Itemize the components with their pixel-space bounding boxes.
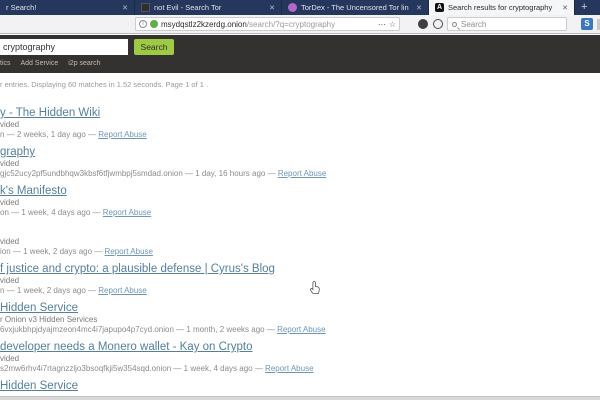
url-path: /search/?q=cryptography <box>247 20 335 29</box>
search-result: Hidden Service <box>0 379 600 393</box>
result-url-text: n — 2 weeks, 1 day ago — <box>0 130 98 139</box>
result-title-link[interactable]: Hidden Service <box>0 379 600 393</box>
url-bar[interactable]: i msydqstlz2kzerdg.onion/search/?q=crypt… <box>135 17 400 31</box>
result-description: vided <box>0 159 600 169</box>
result-url-line: s2mw6rhv4i7rtagnzzljo3bsoqfkji5w354sqd.o… <box>0 364 600 374</box>
search-placeholder: Search <box>461 20 486 29</box>
result-url-line: gjc52ucy2pf5undbhqw3kbsf6tfjwmbpj5smdad.… <box>0 169 600 179</box>
url-domain: msydqstlz2kzerdg.onion <box>161 20 247 29</box>
result-url-text: s2mw6rhv4i7rtagnzzljo3bsoqfkji5w354sqd.o… <box>0 364 265 373</box>
tab-favicon: A <box>435 3 444 12</box>
result-url-text: 6vxjukbhpjdyajmzeon4mc4i7japupo4p7cyd.on… <box>0 325 277 334</box>
browser-search-field[interactable]: Search <box>447 17 567 31</box>
page-actions-icon[interactable]: ⋯ <box>378 20 386 29</box>
search-result: y - The Hidden Wiki vided n — 2 weeks, 1… <box>0 106 600 140</box>
noscript-options-icon[interactable] <box>433 19 443 29</box>
browser-tab[interactable]: not Evil - Search Tor ✕ <box>135 0 282 15</box>
site-info-icon[interactable]: i <box>139 20 147 28</box>
result-title-link[interactable]: y - The Hidden Wiki <box>0 106 600 120</box>
search-result: graphy vided gjc52ucy2pf5undbhqw3kbsf6tf… <box>0 145 600 179</box>
tab-close-icon[interactable]: ✕ <box>269 4 275 12</box>
result-title-link[interactable]: developer needs a Monero wallet - Kay on… <box>0 340 600 354</box>
result-url-text: gjc52ucy2pf5undbhqw3kbsf6tfjwmbpj5smdad.… <box>0 169 278 178</box>
navigation-toolbar: i msydqstlz2kzerdg.onion/search/?q=crypt… <box>0 15 600 34</box>
torbutton-icon[interactable] <box>418 19 428 29</box>
tab-title: Search results for cryptography <box>448 3 556 12</box>
report-abuse-link[interactable]: Report Abuse <box>98 286 146 295</box>
result-description: r Onion v3 Hidden Services <box>0 315 600 325</box>
bottom-band <box>0 396 600 400</box>
tab-close-icon[interactable]: ✕ <box>562 4 568 12</box>
report-abuse-link[interactable]: Report Abuse <box>278 169 326 178</box>
result-description: vided <box>0 237 600 247</box>
result-title-link[interactable] <box>0 223 600 237</box>
header-nav-link[interactable]: tics <box>0 60 11 67</box>
header-nav-link[interactable]: i2p search <box>68 60 100 67</box>
result-url-text: ion — 1 week, 2 days ago — <box>0 247 105 256</box>
result-description: vided <box>0 120 600 130</box>
search-results: r entries. Displaying 60 matches in 1.52… <box>0 80 600 398</box>
result-description: vided <box>0 198 600 208</box>
tab-favicon <box>288 3 297 12</box>
browser-tab[interactable]: A Search results for cryptography ✕ <box>429 0 575 15</box>
browser-tab[interactable]: r Search! ✕ <box>0 0 135 15</box>
report-abuse-link[interactable]: Report Abuse <box>103 208 151 217</box>
result-url-line: n — 2 weeks, 1 day ago — Report Abuse <box>0 130 600 140</box>
result-url-line: ion — 1 week, 2 days ago — Report Abuse <box>0 247 600 257</box>
results-stats: r entries. Displaying 60 matches in 1.52… <box>0 80 600 90</box>
search-result: vided ion — 1 week, 2 days ago — Report … <box>0 223 600 257</box>
search-result: f justice and crypto: a plausible defens… <box>0 262 600 296</box>
result-title-link[interactable]: Hidden Service <box>0 301 600 315</box>
result-url-line: on — 1 week, 4 days ago — Report Abuse <box>0 208 600 218</box>
tab-favicon <box>141 3 150 12</box>
result-url-text: on — 1 week, 4 days ago — <box>0 208 103 217</box>
report-abuse-link[interactable]: Report Abuse <box>265 364 313 373</box>
result-title-link[interactable]: f justice and crypto: a plausible defens… <box>0 262 600 276</box>
tab-title: not Evil - Search Tor <box>154 3 263 12</box>
report-abuse-link[interactable]: Report Abuse <box>98 130 146 139</box>
tab-title: TorDex - The Uncensored Tor lin <box>301 3 410 12</box>
browser-tab[interactable]: TorDex - The Uncensored Tor lin ✕ <box>282 0 429 15</box>
search-icon <box>452 22 457 27</box>
tab-bar: r Search! ✕ not Evil - Search Tor ✕ TorD… <box>0 0 600 15</box>
tab-close-icon[interactable]: ✕ <box>122 4 128 12</box>
new-tab-button[interactable]: + <box>575 0 593 15</box>
search-result: k's Manifesto vided on — 1 week, 4 days … <box>0 184 600 218</box>
header-nav-link[interactable]: Add Service <box>21 60 59 67</box>
header-nav: tics Add Service i2p search <box>0 60 101 67</box>
search-result: Hidden Service r Onion v3 Hidden Service… <box>0 301 600 335</box>
search-button[interactable]: Search <box>134 39 174 55</box>
result-description: vided <box>0 354 600 364</box>
result-url-text: n — 1 week, 2 days ago — <box>0 286 98 295</box>
bookmark-star-icon[interactable]: ☆ <box>389 20 396 29</box>
result-url-line: 6vxjukbhpjdyajmzeon4mc4i7japupo4p7cyd.on… <box>0 325 600 335</box>
noscript-extension-icon[interactable]: S <box>581 18 593 30</box>
ahmia-header: Search tics Add Service i2p search <box>0 35 600 73</box>
query-input[interactable] <box>0 39 128 55</box>
report-abuse-link[interactable]: Report Abuse <box>105 247 153 256</box>
result-url-line: n — 1 week, 2 days ago — Report Abuse <box>0 286 600 296</box>
tab-close-icon[interactable]: ✕ <box>416 4 422 12</box>
onion-circuit-icon[interactable] <box>150 20 158 28</box>
search-result: developer needs a Monero wallet - Kay on… <box>0 340 600 374</box>
result-description: vided <box>0 276 600 286</box>
tab-title: r Search! <box>6 3 116 12</box>
url-text: msydqstlz2kzerdg.onion/search/?q=cryptog… <box>161 20 375 29</box>
report-abuse-link[interactable]: Report Abuse <box>277 325 325 334</box>
mouse-cursor <box>310 281 321 296</box>
result-title-link[interactable]: k's Manifesto <box>0 184 600 198</box>
result-title-link[interactable]: graphy <box>0 145 600 159</box>
